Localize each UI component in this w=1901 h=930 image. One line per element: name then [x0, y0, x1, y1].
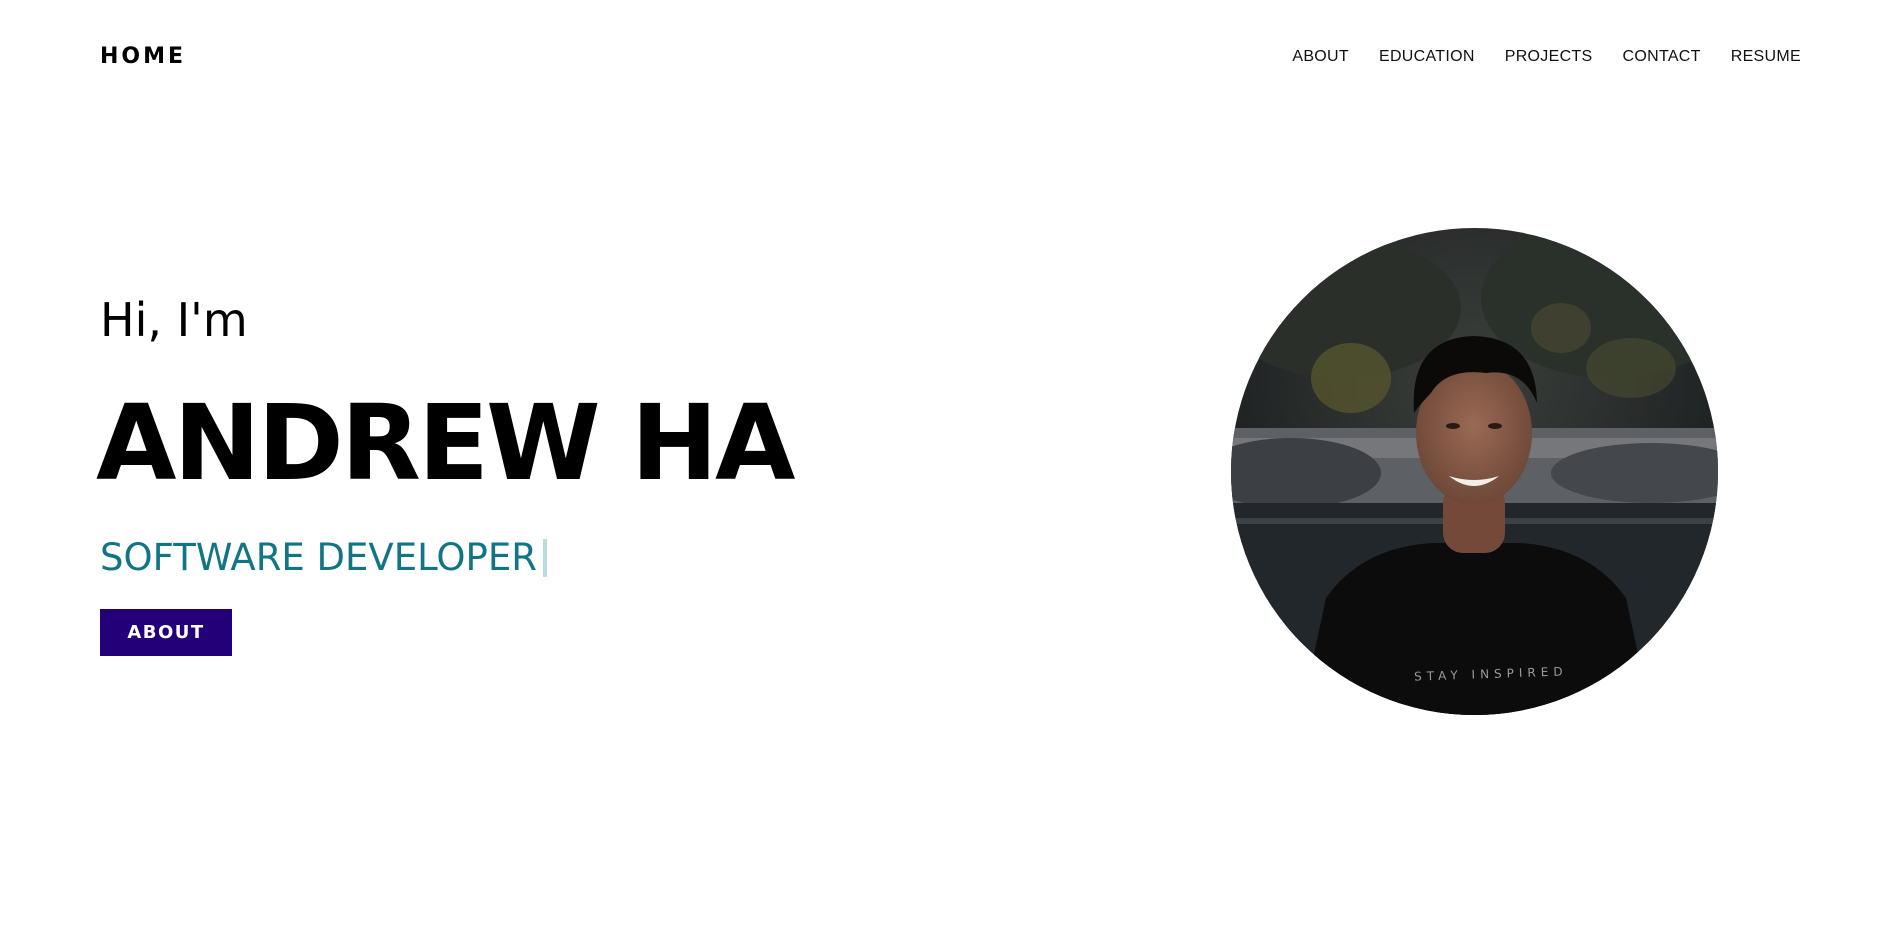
nav-contact-link[interactable]: CONTACT — [1622, 48, 1700, 65]
hero-role-text: SOFTWARE DEVELOPER — [100, 536, 537, 579]
home-link[interactable]: HOME — [100, 42, 186, 72]
nav-education-link[interactable]: EDUCATION — [1379, 48, 1475, 65]
profile-photo: STAY INSPIRED — [1231, 228, 1718, 715]
page: HOME ABOUT EDUCATION PROJECTS CONTACT RE… — [0, 0, 1901, 930]
nav-projects-link[interactable]: PROJECTS — [1505, 48, 1593, 65]
profile-photo-image: STAY INSPIRED — [1231, 228, 1718, 715]
nav-resume-link[interactable]: RESUME — [1731, 48, 1801, 65]
typing-cursor — [542, 539, 547, 577]
hero-name: ANDREW HA — [96, 382, 795, 504]
nav-about-link[interactable]: ABOUT — [1292, 48, 1349, 65]
hero-role: SOFTWARE DEVELOPER — [100, 533, 547, 583]
hero-greeting: Hi, I'm — [100, 293, 248, 347]
nav-list: ABOUT EDUCATION PROJECTS CONTACT RESUME — [1292, 46, 1801, 68]
site-header: HOME ABOUT EDUCATION PROJECTS CONTACT RE… — [0, 0, 1901, 115]
about-button[interactable]: ABOUT — [100, 609, 232, 656]
